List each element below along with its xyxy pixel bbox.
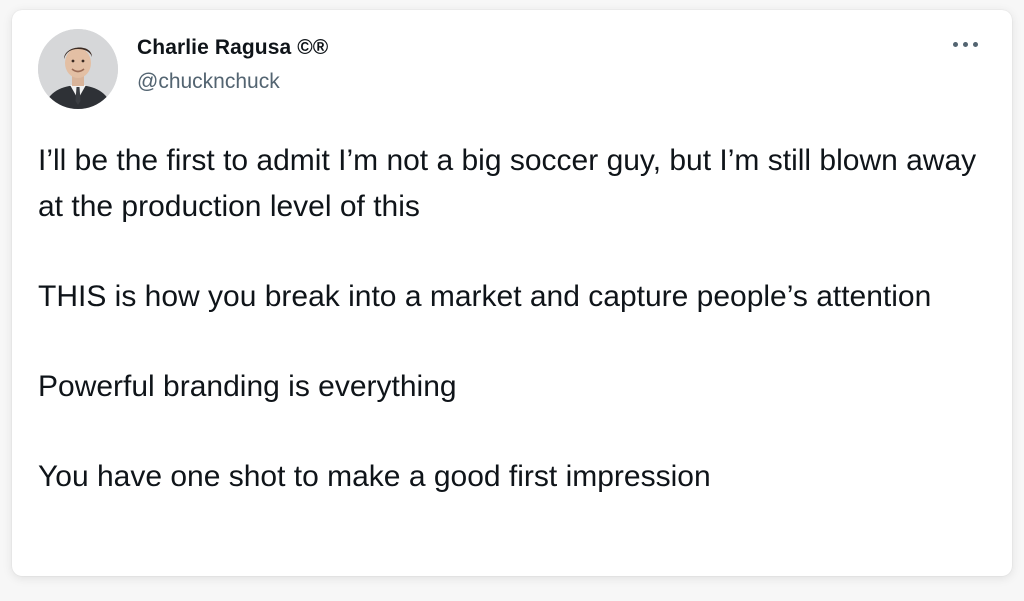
author-handle[interactable]: @chucknchuck <box>137 70 280 94</box>
tweet-paragraph: I’ll be the first to admit I’m not a big… <box>38 144 977 223</box>
tweet-card: Charlie Ragusa ©® @chucknchuck I’ll be t… <box>12 10 1012 576</box>
author-name[interactable]: Charlie Ragusa ©® <box>137 36 328 60</box>
more-horizontal-icon[interactable] <box>950 32 982 56</box>
tweet-paragraph: Powerful branding is everything <box>38 370 457 403</box>
more-dot <box>973 42 978 47</box>
tweet-paragraph: You have one shot to make a good first i… <box>38 460 711 493</box>
page: Charlie Ragusa ©® @chucknchuck I’ll be t… <box>0 0 1024 601</box>
avatar[interactable] <box>38 29 118 109</box>
more-dot <box>963 42 968 47</box>
more-dot <box>953 42 958 47</box>
tweet-text: I’ll be the first to admit I’m not a big… <box>38 138 998 500</box>
avatar-photo <box>38 29 118 109</box>
tweet-paragraph: THIS is how you break into a market and … <box>38 280 932 313</box>
